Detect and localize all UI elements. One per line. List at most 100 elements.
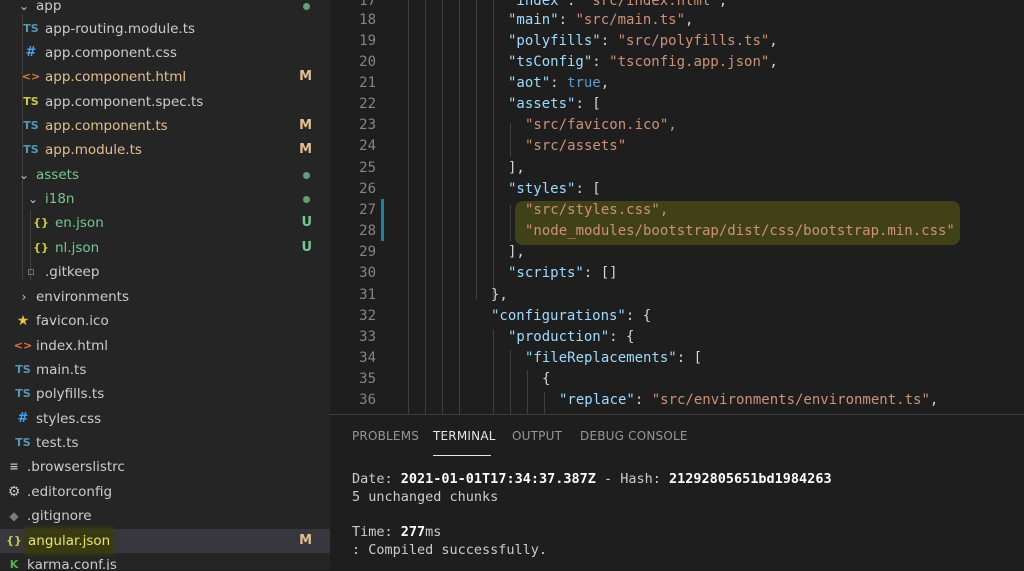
line-number: 17 — [359, 0, 376, 9]
indent-guide — [459, 0, 460, 414]
html-code-icon: <> — [21, 70, 41, 83]
karma-icon: K — [9, 558, 19, 570]
explorer-item-editorconfig[interactable]: ⚙ .editorconfig — [0, 480, 330, 504]
explorer-item-app-module-ts[interactable]: TS app.module.ts M — [0, 138, 330, 162]
line-number: 26 — [359, 181, 376, 197]
line-number: 19 — [359, 33, 376, 49]
star-icon: ★ — [16, 313, 30, 329]
explorer-item-app-component-css[interactable]: # app.component.css — [0, 41, 330, 65]
explorer-item-label: angular.json — [26, 529, 113, 553]
tab-terminal[interactable]: TERMINAL — [433, 429, 496, 443]
file-icon: ▫ — [27, 265, 35, 278]
line-number: 23 — [359, 117, 376, 133]
typescript-icon: TS — [15, 436, 31, 449]
explorer-item-en-json[interactable]: {} en.json U — [0, 211, 330, 235]
line-number: 33 — [359, 329, 376, 345]
tab-problems[interactable]: PROBLEMS — [352, 429, 419, 443]
explorer-item-app-component-html[interactable]: <> app.component.html M — [0, 65, 330, 89]
explorer-item-label: .editorconfig — [27, 484, 113, 500]
line-number: 28 — [359, 223, 376, 239]
terminal-line-compiled: : Compiled successfully. — [352, 542, 548, 558]
explorer-item-polyfills-ts[interactable]: TS polyfills.ts — [0, 382, 330, 406]
code-line: "aot": true, — [508, 75, 610, 91]
explorer-item-gitkeep[interactable]: ▫ .gitkeep — [0, 260, 330, 284]
explorer-item-test-ts[interactable]: TS test.ts — [0, 431, 330, 455]
explorer-item-label: karma.conf.js — [27, 557, 117, 570]
git-status-badge: M — [299, 69, 312, 84]
git-status-badge: M — [299, 118, 312, 133]
code-line: "assets": [ — [508, 96, 601, 112]
change-indicator-dot — [303, 196, 310, 203]
explorer-item-gitignore[interactable]: ◆ .gitignore — [0, 504, 330, 528]
explorer-item-angular-json[interactable]: {} angular.json M — [0, 529, 330, 553]
code-line: ], — [508, 160, 525, 176]
code-editor[interactable]: 17 "index": "src/index.html", 18 "main":… — [330, 0, 1024, 414]
explorer-item-styles-css[interactable]: # styles.css — [0, 407, 330, 431]
explorer-item-label: polyfills.ts — [36, 386, 105, 402]
active-tab-indicator — [433, 455, 491, 456]
git-status-badge: U — [301, 240, 312, 255]
explorer-item-label: index.html — [36, 338, 108, 354]
explorer-item-app-component-ts[interactable]: TS app.component.ts M — [0, 114, 330, 138]
code-line: { — [542, 371, 551, 387]
explorer-item-app-folder[interactable]: ⌄ app — [0, 0, 330, 18]
git-icon: ◆ — [9, 509, 19, 523]
explorer-item-karma-conf[interactable]: K karma.conf.js — [0, 553, 330, 570]
explorer-item-main-ts[interactable]: TS main.ts — [0, 358, 330, 382]
indent-guide — [442, 0, 443, 414]
bottom-panel: PROBLEMS TERMINAL OUTPUT DEBUG CONSOLE D… — [330, 414, 1024, 571]
typescript-test-icon: TS — [23, 95, 39, 108]
explorer-item-label: styles.css — [36, 411, 102, 427]
explorer-item-label: test.ts — [36, 435, 79, 451]
explorer-item-label: main.ts — [36, 362, 87, 378]
typescript-icon: TS — [23, 22, 39, 35]
explorer-item-label: app — [36, 0, 62, 14]
explorer-item-nl-json[interactable]: {} nl.json U — [0, 236, 330, 260]
explorer-item-label: app.component.html — [45, 69, 187, 85]
line-number: 24 — [359, 138, 376, 154]
code-line: "src/assets" — [525, 138, 627, 154]
list-icon: ≡ — [9, 460, 19, 473]
explorer-item-favicon[interactable]: ★ favicon.ico — [0, 309, 330, 333]
indent-guide — [493, 0, 494, 300]
line-number: 25 — [359, 160, 376, 176]
terminal-line-time: Time: 277ms — [352, 524, 442, 540]
explorer-item-label: nl.json — [55, 240, 100, 256]
chevron-down-icon: ⌄ — [27, 192, 39, 206]
explorer-item-assets-folder[interactable]: ⌄ assets — [0, 163, 330, 187]
terminal-line-chunks: 5 unchanged chunks — [352, 489, 499, 505]
change-indicator-dot — [303, 172, 310, 179]
line-number: 35 — [359, 371, 376, 387]
line-number: 22 — [359, 96, 376, 112]
line-number: 29 — [359, 244, 376, 260]
explorer-item-app-component-spec[interactable]: TS app.component.spec.ts — [0, 90, 330, 114]
gear-icon: ⚙ — [7, 484, 21, 500]
css-hash-icon: # — [25, 45, 37, 60]
code-line: "src/favicon.ico", — [525, 117, 677, 133]
code-line: "tsConfig": "tsconfig.app.json", — [508, 54, 778, 70]
explorer-item-label: en.json — [55, 215, 104, 231]
explorer-item-app-routing-module[interactable]: TS app-routing.module.ts — [0, 17, 330, 41]
explorer-item-label: app.component.spec.ts — [45, 94, 204, 110]
git-status-badge: M — [299, 533, 312, 548]
typescript-icon: TS — [15, 387, 31, 400]
line-number: 21 — [359, 75, 376, 91]
change-gutter-marker — [381, 199, 384, 241]
explorer-item-environments-folder[interactable]: › environments — [0, 285, 330, 309]
indent-guide — [510, 205, 511, 241]
explorer-item-label: .gitkeep — [45, 264, 100, 280]
tab-output[interactable]: OUTPUT — [512, 429, 562, 443]
code-line: "src/styles.css", — [525, 202, 669, 218]
typescript-icon: TS — [23, 143, 39, 156]
explorer-item-i18n-folder[interactable]: ⌄ i18n — [0, 187, 330, 211]
explorer-item-label: environments — [36, 289, 130, 305]
typescript-icon: TS — [23, 119, 39, 132]
tab-debug-console[interactable]: DEBUG CONSOLE — [580, 429, 688, 443]
explorer-sidebar: ⌄ app TS app-routing.module.ts # app.com… — [0, 0, 330, 570]
code-line: "polyfills": "src/polyfills.ts", — [508, 33, 778, 49]
explorer-item-browserslistrc[interactable]: ≡ .browserslistrc — [0, 455, 330, 479]
json-braces-icon: {} — [33, 216, 49, 229]
explorer-item-index-html[interactable]: <> index.html — [0, 334, 330, 358]
indent-guide — [510, 123, 511, 157]
json-braces-icon: {} — [33, 241, 49, 254]
